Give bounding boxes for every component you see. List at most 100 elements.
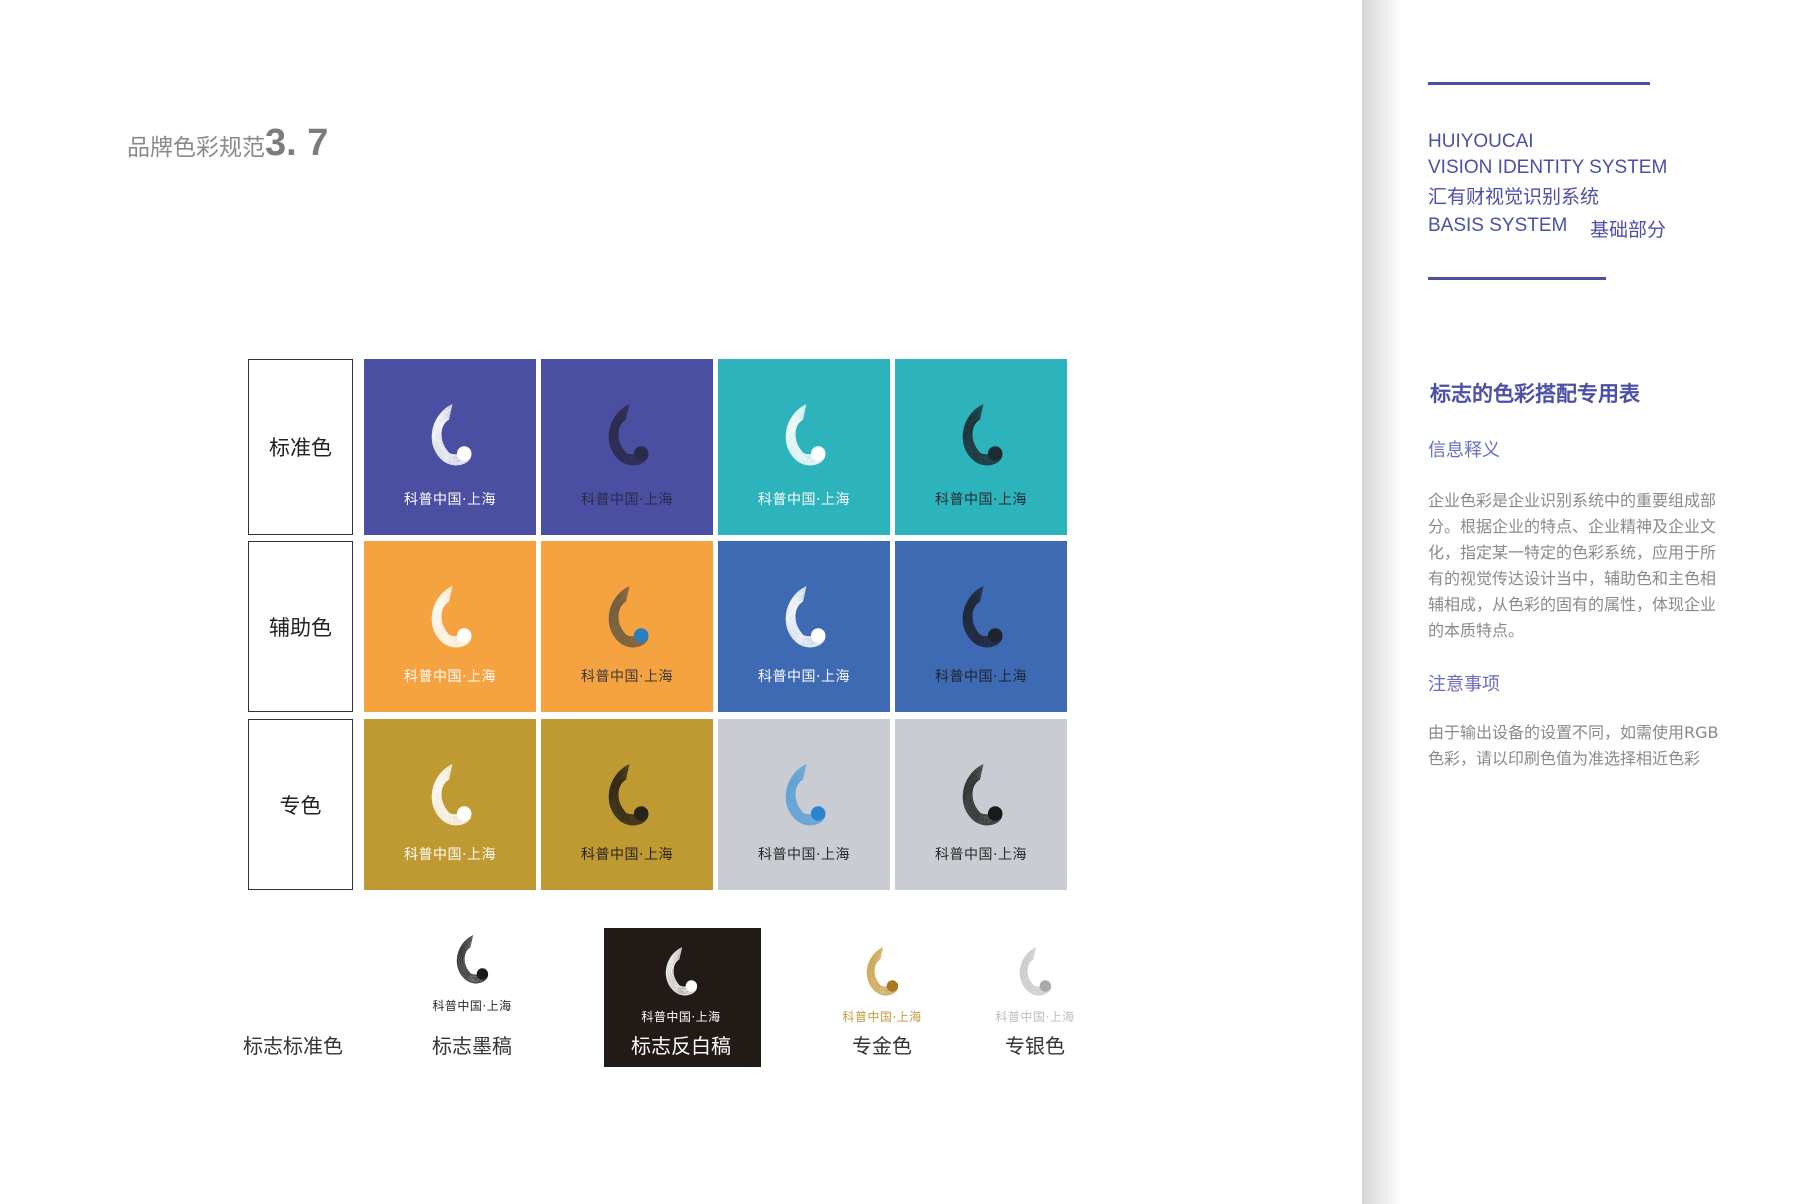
info-body: 企业色彩是企业识别系统中的重要组成部分。根据企业的特点、企业精神及企业文化，指定…	[1428, 491, 1717, 640]
basis-system-cn: 基础部分	[1590, 219, 1667, 241]
logo-dot	[633, 446, 649, 461]
logo-dot	[1039, 980, 1052, 992]
logo-dot	[456, 446, 472, 461]
logo-gold-label: 专金色	[852, 1034, 912, 1058]
logo-mark-icon	[431, 586, 472, 648]
logo-mark-icon	[962, 586, 1003, 648]
logo-dot	[685, 980, 698, 992]
logo	[949, 753, 1015, 845]
logo	[772, 575, 838, 667]
page-title: 品牌色彩规范3. 7	[127, 122, 328, 165]
logo	[595, 575, 661, 667]
color-tile-auxiliary-3: 科普中国·上海	[718, 541, 890, 712]
color-tile-spot-4: 科普中国·上海	[895, 719, 1067, 890]
row-label-spot: 专色	[248, 719, 353, 890]
logo-caption: 科普中国·上海	[935, 847, 1027, 863]
brand-name-en: HUIYOUCAI	[1428, 131, 1534, 152]
logo	[595, 753, 661, 845]
logo	[949, 575, 1015, 667]
color-tile-standard-2: 科普中国·上海	[541, 359, 713, 535]
logo-caption: 科普中国·上海	[758, 669, 850, 685]
color-tile-standard-3: 科普中国·上海	[718, 359, 890, 535]
logo	[772, 753, 838, 845]
info-heading: 信息释义	[1428, 440, 1500, 461]
logo	[772, 393, 838, 485]
logo-dot	[633, 628, 649, 643]
color-tile-standard-1: 科普中国·上海	[364, 359, 536, 535]
logo-mark-icon	[962, 404, 1003, 466]
logo	[595, 393, 661, 485]
logo	[418, 575, 484, 667]
logo-reverse-white-mark	[655, 938, 707, 1012]
logo	[418, 393, 484, 485]
top-rule	[1428, 82, 1650, 85]
logo-mark-icon	[665, 947, 698, 996]
logo-silver-mark	[1009, 938, 1061, 1012]
logo-caption: 科普中国·上海	[935, 492, 1027, 508]
logo-reverse-white-caption: 科普中国·上海	[641, 1010, 721, 1024]
bottom-rule	[1428, 277, 1606, 280]
logo-ink-draft-caption: 科普中国·上海	[432, 999, 512, 1013]
logo-mark-icon	[608, 586, 649, 648]
logo-ink-draft-label: 标志墨稿	[432, 1034, 512, 1058]
page-fold-shadow	[1362, 0, 1402, 1204]
logo-dot	[987, 628, 1003, 643]
logo-dot	[987, 446, 1003, 461]
logo-mark-icon	[431, 764, 472, 826]
notes-body: 由于输出设备的设置不同，如需使用RGB 色彩，请以印刷色值为准选择相近色彩	[1428, 723, 1719, 768]
logo-dot	[810, 806, 826, 821]
logo-mark-icon	[1019, 947, 1052, 996]
logo-caption: 科普中国·上海	[404, 847, 496, 863]
logo-silver-label: 专银色	[1005, 1034, 1065, 1058]
section-title: 标志的色彩搭配专用表	[1430, 382, 1640, 406]
logo-mark-icon	[608, 404, 649, 466]
logo-mark-icon	[456, 935, 489, 984]
logo-ink-draft-mark	[446, 926, 498, 1000]
logo-mark-icon	[431, 404, 472, 466]
logo-mark-icon	[866, 947, 899, 996]
logo	[418, 753, 484, 845]
logo-silver-caption: 科普中国·上海	[995, 1010, 1075, 1024]
color-tile-auxiliary-4: 科普中国·上海	[895, 541, 1067, 712]
logo-dot	[987, 806, 1003, 821]
logo-caption: 科普中国·上海	[404, 669, 496, 685]
basis-system-en: BASIS SYSTEM	[1428, 215, 1568, 236]
logo-dot	[456, 806, 472, 821]
logo-dot	[886, 980, 899, 992]
logo-gold-caption: 科普中国·上海	[842, 1010, 922, 1024]
logo-reverse-white-label: 标志反白稿	[631, 1034, 731, 1058]
logo-caption: 科普中国·上海	[581, 492, 673, 508]
logo-dot	[810, 628, 826, 643]
logo-caption: 科普中国·上海	[581, 669, 673, 685]
color-tile-spot-2: 科普中国·上海	[541, 719, 713, 890]
logo-caption: 科普中国·上海	[404, 492, 496, 508]
vis-title-en: VISION IDENTITY SYSTEM	[1428, 157, 1668, 178]
color-tile-standard-4: 科普中国·上海	[895, 359, 1067, 535]
color-tile-spot-1: 科普中国·上海	[364, 719, 536, 890]
logo-mark-icon	[785, 764, 826, 826]
logo-dot	[456, 628, 472, 643]
vis-title-cn: 汇有财视觉识别系统	[1428, 186, 1600, 208]
color-tile-auxiliary-2: 科普中国·上海	[541, 541, 713, 712]
logo-mark-icon	[785, 586, 826, 648]
row-label-standard: 标准色	[248, 359, 353, 535]
row-label-auxiliary: 辅助色	[248, 541, 353, 712]
logo-caption: 科普中国·上海	[581, 847, 673, 863]
logo	[949, 393, 1015, 485]
logo-gold-mark	[856, 938, 908, 1012]
logo-mark-icon	[962, 764, 1003, 826]
logo-mark-icon	[608, 764, 649, 826]
notes-heading: 注意事项	[1428, 674, 1500, 695]
color-tile-spot-3: 科普中国·上海	[718, 719, 890, 890]
logo-mark-icon	[785, 404, 826, 466]
logo-caption: 科普中国·上海	[935, 669, 1027, 685]
logo-standard-color-label: 标志标准色	[243, 1034, 343, 1058]
color-tile-auxiliary-1: 科普中国·上海	[364, 541, 536, 712]
section-number: 3. 7	[265, 122, 329, 164]
page-title-text: 品牌色彩规范	[127, 135, 265, 161]
logo-caption: 科普中国·上海	[758, 492, 850, 508]
logo-dot	[633, 806, 649, 821]
logo-dot	[810, 446, 826, 461]
logo-dot	[476, 968, 489, 980]
logo-caption: 科普中国·上海	[758, 847, 850, 863]
